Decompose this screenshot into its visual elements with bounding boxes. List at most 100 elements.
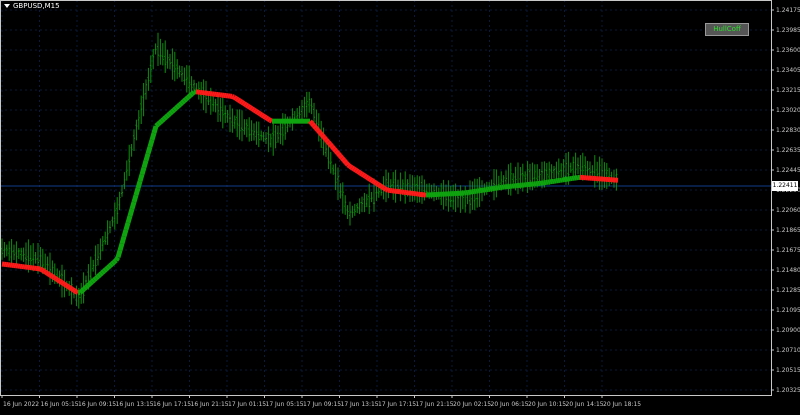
- hull-segment: [174, 108, 176, 110]
- hull-segment: [160, 121, 162, 123]
- hull-segment: [314, 126, 316, 128]
- window-menu-icon[interactable]: [4, 4, 10, 8]
- hull-toggle-button[interactable]: HullCoff: [705, 23, 749, 36]
- hull-segment: [48, 274, 50, 275]
- price-label: 1.23600: [776, 47, 800, 54]
- hull-segment: [76, 292, 78, 293]
- price-label: 1.22635: [776, 147, 800, 154]
- hull-segment: [112, 262, 114, 264]
- hull-segment: [236, 98, 238, 99]
- time-label: 17 Jun 05:15: [266, 401, 304, 408]
- hull-segment: [318, 130, 320, 132]
- hull-segment: [380, 186, 382, 187]
- hull-segment: [372, 181, 374, 182]
- hull-segment: [328, 142, 330, 144]
- hull-segment: [242, 102, 244, 103]
- symbol-label: GBPUSD,M15: [13, 2, 60, 10]
- hull-segment: [58, 280, 60, 281]
- hull-segment: [136, 188, 138, 195]
- time-label: 16 Jun 09:15: [78, 401, 116, 408]
- hull-segment: [74, 290, 76, 291]
- hull-segment: [148, 147, 150, 154]
- time-label: 17 Jun 01:15: [228, 401, 266, 408]
- hull-segment: [354, 169, 356, 170]
- hull-segment: [270, 120, 272, 121]
- hull-segment: [382, 187, 384, 188]
- hull-segment: [182, 101, 184, 103]
- hull-segment: [122, 237, 124, 244]
- hull-segment: [84, 287, 86, 289]
- hull-segment: [60, 281, 62, 282]
- hull-segment: [254, 110, 256, 111]
- hull-segment: [116, 257, 118, 260]
- hull-segment: [358, 172, 360, 173]
- hull-segment: [338, 153, 340, 155]
- hull-segment: [178, 105, 180, 107]
- hull-segment: [94, 278, 96, 280]
- price-label: 1.21480: [776, 267, 800, 274]
- hull-segment: [378, 184, 380, 185]
- price-label: 1.22060: [776, 207, 800, 214]
- hull-segment: [374, 182, 376, 183]
- hull-segment: [250, 107, 252, 108]
- hull-segment: [330, 144, 332, 146]
- hull-segment: [106, 268, 108, 270]
- time-label: 20 Jun 18:15: [603, 401, 641, 408]
- price-chart[interactable]: 1.241751.239851.236001.234051.232151.230…: [0, 0, 800, 411]
- hull-segment: [66, 285, 68, 286]
- hull-segment: [150, 140, 152, 147]
- hull-segment: [320, 133, 322, 135]
- price-axis: 1.241751.239851.236001.234051.232151.230…: [771, 7, 800, 394]
- chart-window[interactable]: 1.241751.239851.236001.234051.232151.230…: [0, 0, 800, 411]
- hull-segment: [340, 156, 342, 158]
- hull-segment: [362, 174, 364, 175]
- time-label: 16 Jun 21:15: [191, 401, 229, 408]
- hull-segment: [90, 282, 92, 284]
- hull-segment: [110, 264, 112, 266]
- current-price-tag: 1.22411: [772, 181, 798, 191]
- hull-segment: [72, 289, 74, 290]
- hull-segment: [152, 133, 154, 140]
- time-label: 20 Jun 14:15: [566, 401, 604, 408]
- hull-segment: [140, 174, 142, 181]
- hull-segment: [190, 94, 192, 96]
- hull-segment: [40, 269, 42, 270]
- hull-segment: [344, 160, 346, 162]
- price-label: 1.20710: [776, 347, 800, 354]
- hull-segment: [146, 154, 148, 161]
- hull-segment: [238, 100, 240, 101]
- hull-segment: [326, 140, 328, 142]
- hull-segment: [120, 244, 122, 251]
- hull-segment: [244, 104, 246, 105]
- hull-segment: [164, 117, 166, 119]
- hull-segment: [346, 163, 348, 165]
- hull-segment: [162, 119, 164, 121]
- hull-segment: [336, 151, 338, 153]
- hull-segment: [260, 114, 262, 115]
- hull-segment: [46, 272, 48, 273]
- hull-line: [2, 92, 618, 293]
- hull-segment: [154, 126, 156, 133]
- hull-segment: [240, 101, 242, 102]
- price-label: 1.23215: [776, 87, 800, 94]
- time-label: 17 Jun 09:15: [303, 401, 341, 408]
- price-label: 1.20900: [776, 327, 800, 334]
- hull-segment: [42, 270, 44, 271]
- price-label: 1.23020: [776, 107, 800, 114]
- hull-segment: [176, 106, 178, 108]
- hull-segment: [350, 166, 352, 167]
- price-label: 1.21095: [776, 307, 800, 314]
- hull-segment: [364, 175, 366, 176]
- hull-segment: [184, 99, 186, 101]
- hull-segment: [366, 177, 368, 178]
- hull-segment: [310, 121, 312, 123]
- hull-segment: [262, 115, 264, 116]
- hull-segment: [50, 275, 52, 276]
- hull-segment: [56, 279, 58, 280]
- hull-segment: [88, 284, 90, 286]
- hull-segment: [312, 123, 314, 125]
- hull-segment: [370, 179, 372, 180]
- hull-segment: [170, 112, 172, 114]
- hull-segment: [124, 230, 126, 237]
- hull-segment: [360, 173, 362, 174]
